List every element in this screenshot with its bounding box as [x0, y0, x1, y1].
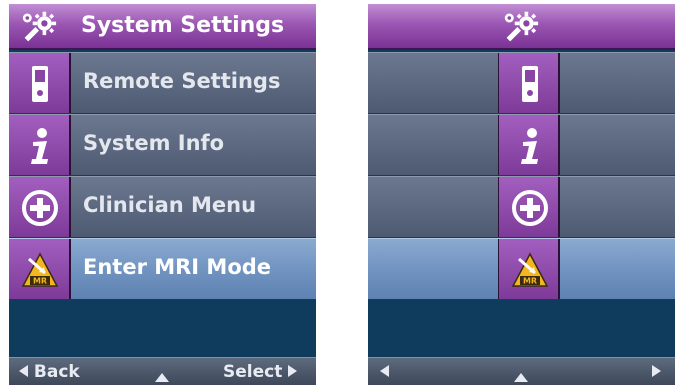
menu-item-clinician-menu[interactable]: Clinician Menu: [9, 176, 316, 238]
mri-warning-icon: MR: [511, 252, 549, 287]
icon-cell: [498, 177, 560, 237]
svg-text:MR: MR: [523, 277, 537, 286]
icon-cell: [9, 115, 71, 175]
arrow-left-icon: [380, 364, 389, 377]
info-icon: [31, 128, 48, 164]
menu-item-label: Remote Settings: [83, 69, 281, 93]
icon-cell: MR: [498, 239, 560, 299]
footer-bar: [368, 357, 675, 385]
arrow-up-icon: [514, 373, 528, 382]
screen-header: System Settings: [9, 4, 316, 50]
up-button[interactable]: [514, 367, 528, 385]
menu-item-clinician-menu[interactable]: [368, 176, 675, 238]
arrow-right-icon: [652, 364, 661, 377]
back-label: Back: [33, 362, 80, 382]
back-button[interactable]: Back: [19, 362, 80, 382]
menu-item-system-info[interactable]: [368, 114, 675, 176]
plus-circle-icon: [22, 190, 58, 226]
menu-item-remote-settings[interactable]: Remote Settings: [9, 52, 316, 114]
settings-gear-icon: [504, 11, 539, 42]
mri-warning-icon: MR: [21, 252, 59, 287]
back-button[interactable]: [380, 362, 389, 382]
icon-cell: [9, 53, 71, 113]
menu-item-label: Clinician Menu: [83, 193, 257, 217]
page-title: System Settings: [81, 13, 285, 38]
screen-header: [368, 4, 675, 50]
system-settings-screen: System Settings Remote Settings System I…: [9, 4, 316, 385]
plus-circle-icon: [512, 190, 548, 226]
icon-cell: MR: [9, 239, 71, 299]
icon-cell: [498, 115, 560, 175]
select-label: Select: [223, 362, 283, 382]
icon-cell: [498, 53, 560, 113]
select-button[interactable]: Select: [223, 362, 298, 382]
arrow-right-icon: [288, 364, 298, 377]
menu-item-remote-settings[interactable]: [368, 52, 675, 114]
select-button[interactable]: [652, 362, 661, 382]
menu-item-enter-mri-mode[interactable]: MR Enter MRI Mode: [9, 238, 316, 300]
footer-bar: Back Select: [9, 357, 316, 385]
svg-text:MR: MR: [33, 277, 47, 286]
menu-item-enter-mri-mode[interactable]: MR: [368, 238, 675, 300]
icon-cell: [9, 177, 71, 237]
remote-control-icon: [522, 66, 538, 102]
remote-control-icon: [32, 66, 48, 102]
info-icon: [521, 128, 538, 164]
arrow-up-icon: [155, 373, 169, 382]
menu-item-label: System Info: [83, 131, 225, 155]
arrow-left-icon: [19, 364, 28, 377]
menu-item-label: Enter MRI Mode: [83, 255, 272, 279]
settings-gear-icon: [22, 11, 57, 42]
menu-item-system-info[interactable]: System Info: [9, 114, 316, 176]
system-settings-icon-screen: MR: [368, 4, 675, 385]
up-button[interactable]: [155, 367, 169, 385]
